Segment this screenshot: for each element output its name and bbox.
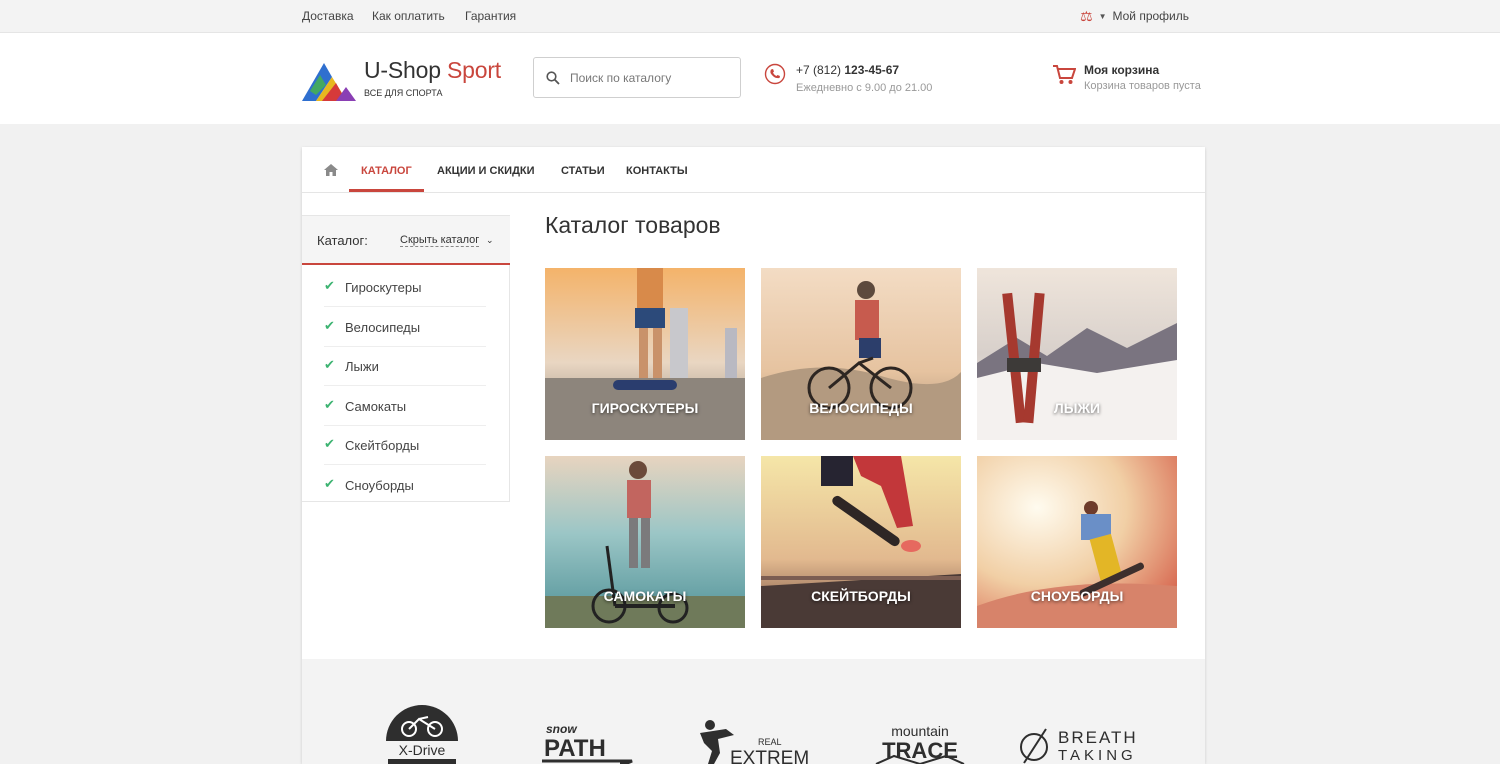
tile-caption: САМОКАТЫ — [603, 588, 687, 604]
brand-breathtaking-logo[interactable]: BREATH TAKING — [1018, 727, 1156, 764]
logo-title-accent: Sport — [447, 57, 501, 83]
check-icon: ✔ — [324, 397, 335, 412]
hide-catalog-link[interactable]: Скрыть каталог — [400, 234, 480, 247]
logo-subtitle: ВСЕ ДЛЯ СПОРТА — [364, 88, 443, 98]
home-icon[interactable] — [324, 164, 338, 176]
cart-icon[interactable] — [1052, 64, 1076, 86]
brand-mountaintrace-logo[interactable]: mountain TRACE — [874, 723, 966, 764]
sidebar-item-label: Гироскутеры — [345, 280, 422, 295]
chevron-down-icon: ▼ — [1098, 11, 1107, 21]
profile-label[interactable]: Мой профиль — [1112, 9, 1189, 23]
sidebar-item-label: Сноуборды — [345, 478, 414, 493]
brand-snowpath-top: snow — [546, 722, 577, 736]
brand-strip: X-Drive snow PATH REAL EXTREME mountain … — [302, 659, 1205, 764]
brand-mountain-top: mountain — [891, 723, 949, 739]
sidebar-item-snowboards[interactable]: ✔ Сноуборды — [324, 465, 486, 505]
phone-hours: Ежедневно с 9.00 до 21.00 — [796, 82, 933, 94]
category-tile-skis[interactable]: ЛЫЖИ — [977, 268, 1177, 440]
brand-xdrive-logo[interactable]: X-Drive — [384, 703, 460, 764]
page-title: Каталог товаров — [545, 212, 721, 238]
tile-caption: ЛЫЖИ — [1053, 400, 1101, 416]
sidebar-item-scooters[interactable]: ✔ Самокаты — [324, 386, 486, 426]
top-link-payment[interactable]: Как оплатить — [372, 9, 445, 23]
search-input[interactable] — [570, 68, 730, 88]
brand-snowpath-bottom: PATH — [544, 735, 606, 762]
nav-active-indicator — [349, 189, 424, 192]
check-icon: ✔ — [324, 436, 335, 451]
scales-icon[interactable]: ⚖ — [1080, 9, 1093, 23]
brand-extreme-bottom: EXTREME — [730, 748, 808, 764]
brand-snowpath-logo[interactable]: snow PATH — [542, 721, 638, 764]
tile-caption: ВЕЛОСИПЕДЫ — [809, 400, 913, 416]
sidebar-header: Каталог: Скрыть каталог ⌄ — [302, 216, 510, 265]
nav-promotions[interactable]: АКЦИИ И СКИДКИ — [437, 165, 535, 177]
tile-caption: СКЕЙТБОРДЫ — [811, 588, 911, 604]
sidebar-item-skis[interactable]: ✔ Лыжи — [324, 346, 486, 386]
site-header: U-Shop Sport ВСЕ ДЛЯ СПОРТА +7 (812) 123… — [0, 33, 1500, 124]
brand-mountain-bottom: TRACE — [882, 738, 958, 763]
check-icon: ✔ — [324, 318, 335, 333]
profile-menu[interactable]: ⚖ ▼ Мой профиль — [1080, 9, 1189, 23]
nav-contacts[interactable]: КОНТАКТЫ — [626, 165, 688, 177]
check-icon: ✔ — [324, 357, 335, 372]
cart-status: Корзина товаров пуста — [1084, 80, 1201, 92]
logo-title[interactable]: U-Shop Sport — [364, 57, 501, 84]
sidebar-label: Каталог: — [317, 233, 368, 248]
nav-articles[interactable]: СТАТЬИ — [561, 165, 605, 177]
sidebar-item-gyroscooters[interactable]: ✔ Гироскутеры — [324, 267, 486, 307]
main-nav: КАТАЛОГ АКЦИИ И СКИДКИ СТАТЬИ КОНТАКТЫ — [302, 147, 1205, 193]
sidebar-item-label: Велосипеды — [345, 320, 421, 335]
search-box[interactable] — [533, 57, 741, 98]
sidebar-item-skateboards[interactable]: ✔ Скейтборды — [324, 425, 486, 465]
phone-prefix: +7 (812) — [796, 63, 842, 77]
logo-title-main: U-Shop — [364, 57, 441, 83]
phone-digits: 123-45-67 — [844, 63, 900, 77]
brand-xdrive-text: X-Drive — [399, 742, 446, 758]
content-panel: КАТАЛОГ АКЦИИ И СКИДКИ СТАТЬИ КОНТАКТЫ К… — [302, 147, 1205, 764]
cart-title[interactable]: Моя корзина — [1084, 63, 1159, 77]
sidebar-item-bicycles[interactable]: ✔ Велосипеды — [324, 307, 486, 347]
category-tile-gyroscooters[interactable]: ГИРОСКУТЕРЫ — [545, 268, 745, 440]
category-tile-bicycles[interactable]: ВЕЛОСИПЕДЫ — [761, 268, 961, 440]
category-tile-scooters[interactable]: САМОКАТЫ — [545, 456, 745, 628]
sidebar-item-label: Самокаты — [345, 399, 407, 414]
brand-breath-bottom: TAKING — [1058, 747, 1137, 764]
top-link-warranty[interactable]: Гарантия — [465, 9, 516, 23]
search-icon — [546, 71, 560, 85]
sidebar-item-label: Лыжи — [345, 359, 379, 374]
nav-catalog[interactable]: КАТАЛОГ — [361, 165, 412, 177]
brand-breath-top: BREATH — [1058, 728, 1138, 747]
category-tile-skateboards[interactable]: СКЕЙТБОРДЫ — [761, 456, 961, 628]
logo-icon[interactable] — [302, 61, 356, 103]
category-tile-snowboards[interactable]: СНОУБОРДЫ — [977, 456, 1177, 628]
check-icon: ✔ — [324, 278, 335, 293]
top-link-delivery[interactable]: Доставка — [302, 9, 354, 23]
sidebar-item-label: Скейтборды — [345, 438, 420, 453]
top-bar: Доставка Как оплатить Гарантия ⚖ ▼ Мой п… — [0, 0, 1500, 33]
tile-caption: СНОУБОРДЫ — [1030, 588, 1124, 604]
phone-icon — [764, 63, 786, 85]
catalog-sidebar: Каталог: Скрыть каталог ⌄ ✔ Гироскутеры ✔… — [302, 215, 510, 502]
phone-number[interactable]: +7 (812) 123-45-67 — [796, 63, 899, 77]
brand-realextreme-logo[interactable]: REAL EXTREME — [696, 719, 808, 764]
check-icon: ✔ — [324, 476, 335, 491]
tile-caption: ГИРОСКУТЕРЫ — [591, 400, 699, 416]
brand-extreme-top: REAL — [758, 737, 782, 747]
chevron-down-icon[interactable]: ⌄ — [486, 235, 494, 246]
